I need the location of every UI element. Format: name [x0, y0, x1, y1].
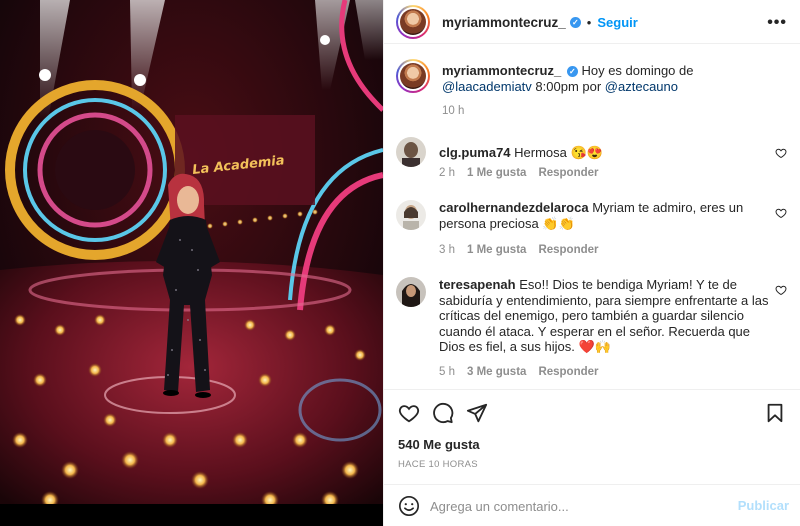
- comments-list[interactable]: myriammontecruz_ ✓ Hoy es domingo de @la…: [384, 44, 800, 390]
- comment-text: Hermosa 😘😍: [514, 145, 603, 160]
- comment-body: clg.puma74 Hermosa 😘😍: [439, 145, 769, 161]
- separator-dot: •: [586, 15, 592, 30]
- smiley-icon[interactable]: [398, 495, 420, 517]
- commenter-username[interactable]: carolhernandezdelaroca: [439, 200, 589, 215]
- commenter-avatar[interactable]: [396, 200, 426, 230]
- comment-body: carolhernandezdelaroca Myriam te admiro,…: [439, 200, 769, 231]
- verified-badge-icon: ✓: [569, 17, 581, 29]
- commenter-username[interactable]: teresapenah: [439, 277, 516, 292]
- avatar-image: [400, 9, 426, 35]
- comment-body: teresapenah Eso!! Dios te bendiga Myriam…: [439, 277, 769, 355]
- instagram-post-modal: La Academia myriammontecruz_ ✓ • Seguir …: [0, 0, 800, 526]
- likes-count[interactable]: 540 Me gusta: [398, 437, 480, 452]
- avatar-image: [396, 277, 426, 307]
- bookmark-icon[interactable]: [764, 402, 786, 424]
- author-avatar[interactable]: [396, 5, 430, 39]
- follow-button[interactable]: Seguir: [597, 15, 637, 30]
- reply-button[interactable]: Responder: [538, 366, 598, 378]
- add-comment-bar: Publicar: [384, 484, 800, 526]
- caption-author[interactable]: myriammontecruz_: [442, 63, 561, 78]
- avatar-image: [396, 137, 426, 167]
- header-author-line: myriammontecruz_ ✓ • Seguir: [442, 14, 638, 32]
- commenter-avatar[interactable]: [396, 137, 426, 167]
- caption-time: 10 h: [442, 105, 476, 117]
- reply-button[interactable]: Responder: [538, 167, 598, 179]
- stage-photo-illustration: La Academia: [0, 0, 383, 526]
- caption-text-part: 8:00pm por: [531, 79, 605, 94]
- post-actions-bar: [384, 392, 800, 432]
- photo-bottom-strip: [0, 504, 383, 526]
- comment-icon[interactable]: [432, 402, 454, 424]
- post-photo[interactable]: La Academia: [0, 0, 383, 526]
- commenter-avatar[interactable]: [396, 277, 426, 307]
- comment-meta: 5 h 3 Me gusta Responder: [439, 366, 611, 378]
- caption-text-part: Hoy es domingo de: [581, 63, 694, 78]
- comment-likes[interactable]: 1 Me gusta: [467, 244, 526, 256]
- post-timestamp: HACE 10 HORAS: [398, 459, 478, 470]
- post-header: myriammontecruz_ ✓ • Seguir •••: [384, 0, 800, 44]
- comment-meta: 3 h 1 Me gusta Responder: [439, 244, 611, 256]
- comment-meta: 2 h 1 Me gusta Responder: [439, 167, 611, 179]
- comment-like-heart-icon[interactable]: [775, 207, 787, 219]
- comment-like-heart-icon[interactable]: [775, 147, 787, 159]
- more-options-icon[interactable]: •••: [767, 14, 787, 32]
- comment-likes[interactable]: 3 Me gusta: [467, 366, 526, 378]
- caption-author-avatar[interactable]: [396, 59, 430, 93]
- author-username[interactable]: myriammontecruz_: [442, 15, 566, 30]
- comment-time: 2 h: [439, 167, 455, 179]
- comment-likes[interactable]: 1 Me gusta: [467, 167, 526, 179]
- paper-plane-icon[interactable]: [466, 402, 488, 424]
- comment-time: 5 h: [439, 366, 455, 378]
- post-details-panel: myriammontecruz_ ✓ • Seguir ••• myriammonte…: [383, 0, 800, 526]
- comment-like-heart-icon[interactable]: [775, 284, 787, 296]
- mention-laacademiatv[interactable]: @laacademiatv: [442, 79, 532, 94]
- publish-button[interactable]: Publicar: [738, 498, 789, 513]
- avatar-inner: [398, 61, 428, 91]
- comment-input[interactable]: [430, 496, 730, 516]
- reply-button[interactable]: Responder: [538, 244, 598, 256]
- verified-badge-icon: ✓: [566, 66, 578, 78]
- commenter-username[interactable]: clg.puma74: [439, 145, 511, 160]
- caption-time-label: 10 h: [442, 105, 465, 117]
- mention-aztecauno[interactable]: @aztecauno: [605, 79, 678, 94]
- avatar-image: [396, 200, 426, 230]
- avatar-image: [400, 63, 426, 89]
- caption-text: myriammontecruz_ ✓ Hoy es domingo de @la…: [442, 63, 772, 95]
- heart-icon[interactable]: [398, 402, 420, 424]
- avatar-inner: [398, 7, 428, 37]
- comment-time: 3 h: [439, 244, 455, 256]
